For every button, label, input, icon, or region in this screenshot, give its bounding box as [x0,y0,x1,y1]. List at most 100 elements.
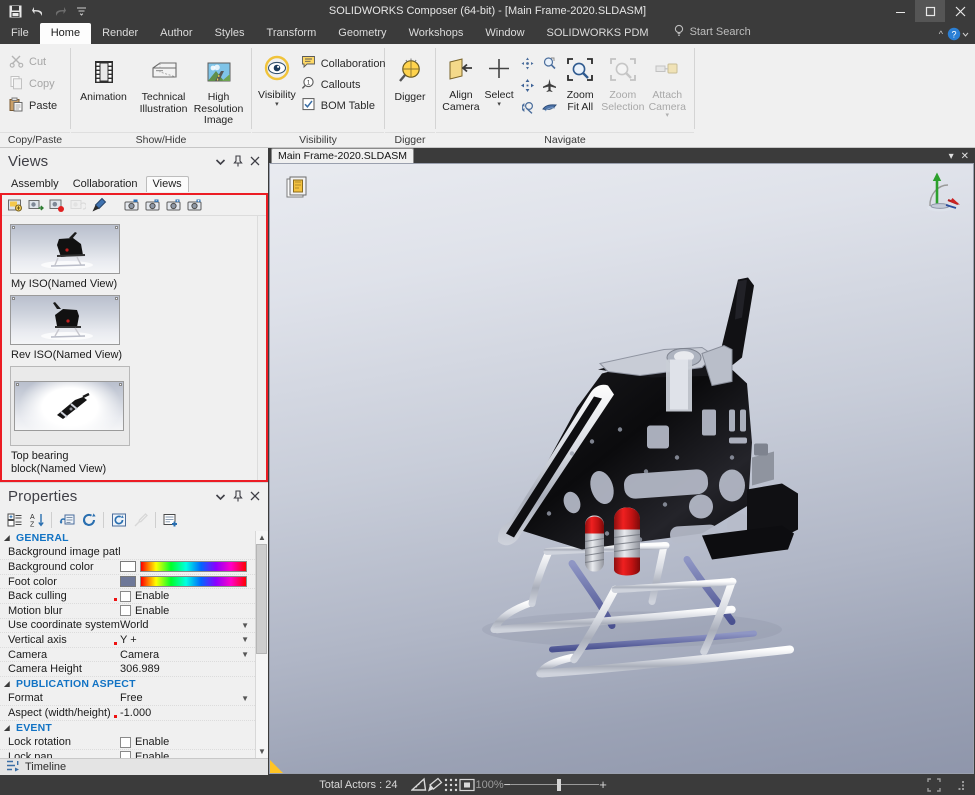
zoom-slider[interactable] [511,779,600,791]
paintbrush-icon[interactable] [89,196,108,215]
chevron-down-icon[interactable]: ▼ [241,694,253,703]
chevron-down-icon[interactable]: ▼ [241,650,253,659]
visibility-button[interactable]: Visibility ▾ [257,50,297,110]
property-row-motion-blur[interactable]: Motion blur Enable [0,604,255,619]
document-tab[interactable]: Main Frame-2020.SLDASM [271,148,414,163]
view-mode-3-icon[interactable] [164,196,183,215]
paste-button[interactable]: Paste [5,95,63,117]
sort-alphabetical-icon[interactable]: AZ [26,510,47,530]
lock-pan-checkbox[interactable] [120,751,131,758]
views-panel-close-icon[interactable] [250,156,260,166]
grid-icon[interactable] [443,777,459,793]
customize-qat-icon[interactable] [74,4,89,19]
zoom-out-button[interactable]: − [504,778,512,791]
search-box[interactable]: Start Search [674,24,751,44]
background-color-gradient[interactable] [140,561,247,573]
maximize-button[interactable] [915,0,945,22]
collapse-arrow-icon[interactable]: ◢ [0,534,14,542]
property-category-event[interactable]: ◢ EVENT [0,721,255,736]
ribbon-tab-solidworks-pdm[interactable]: SOLIDWORKS PDM [536,23,660,44]
property-row-lock-pan[interactable]: Lock pan Enable [0,750,255,758]
properties-panel-close-icon[interactable] [250,491,260,501]
property-row-use-coordinate-system[interactable]: Use coordinate system World ▼ [0,619,255,634]
walk-plane-icon[interactable] [539,97,560,118]
property-row-aspect[interactable]: Aspect (width/height) -1.000 [0,706,255,721]
callouts-button[interactable]: 1 Callouts [297,74,392,95]
update-view-icon[interactable] [26,196,45,215]
views-panel-menu-icon[interactable] [215,157,226,166]
view-item-my-iso[interactable]: My ISO(Named View) [10,224,130,291]
pan-arrows-icon[interactable] [517,75,538,96]
zoom-slider-handle[interactable] [557,779,562,791]
property-row-camera-height[interactable]: Camera Height 306.989 [0,662,255,677]
property-row-format[interactable]: Format Free ▼ [0,692,255,707]
document-close-icon[interactable]: ✕ [961,151,969,162]
foot-color-swatch[interactable] [120,576,136,588]
foot-color-gradient[interactable] [140,576,247,588]
bom-table-button[interactable]: BOM Table [297,95,392,116]
property-row-camera[interactable]: Camera Camera ▼ [0,648,255,663]
animation-button[interactable]: Animation [76,52,131,107]
views-panel-pin-icon[interactable] [233,155,243,167]
property-row-background-color[interactable]: Background color [0,560,255,575]
search-input[interactable]: Start Search [690,26,751,38]
ribbon-tab-window[interactable]: Window [474,23,535,44]
background-color-swatch[interactable] [120,561,136,573]
visibility-dropdown-icon[interactable]: ▾ [275,101,279,108]
ribbon-tab-file[interactable]: File [0,23,40,44]
collapse-ribbon-icon[interactable]: ^ [939,29,943,39]
helicopter-frame-model[interactable] [402,257,842,680]
view-mode-2-icon[interactable] [143,196,162,215]
document-menu-icon[interactable]: ▾ [949,151,954,162]
property-row-vertical-axis[interactable]: Vertical axis Y + ▼ [0,633,255,648]
rotate-3d-icon[interactable] [517,53,538,74]
rotate-point-icon[interactable] [517,97,538,118]
properties-panel-menu-icon[interactable] [215,492,226,501]
help-button[interactable]: ? [947,27,969,41]
collaboration-button[interactable]: Collaboration [297,53,392,74]
close-button[interactable] [945,0,975,22]
zoom-in-button[interactable]: + [599,778,607,791]
digger-button[interactable]: Digger [390,52,430,107]
reset-properties-icon[interactable] [108,510,129,530]
view-item-rev-iso[interactable]: Rev ISO(Named View) [10,295,130,362]
ribbon-tab-geometry[interactable]: Geometry [327,23,397,44]
full-screen-icon[interactable] [926,777,942,793]
collapse-arrow-icon[interactable]: ◢ [0,680,14,688]
panel-tab-collaboration[interactable]: Collaboration [67,177,144,192]
ribbon-tab-home[interactable]: Home [39,23,92,44]
select-button[interactable]: Select ▾ [481,50,517,110]
undo-icon[interactable] [30,4,45,19]
paint-icon[interactable] [427,777,443,793]
properties-scrollbar[interactable]: ▲ ▼ [255,531,268,758]
ribbon-tab-transform[interactable]: Transform [256,23,328,44]
property-row-foot-color[interactable]: Foot color [0,575,255,590]
timeline-bar[interactable]: Timeline [0,758,268,775]
measure-icon[interactable] [411,777,427,793]
technical-illustration-button[interactable]: Technical Illustration [136,52,191,118]
minimize-button[interactable] [885,0,915,22]
view-thumbnail[interactable] [14,381,124,431]
align-camera-button[interactable]: Align Camera [441,50,481,116]
airplane-icon[interactable] [539,75,560,96]
scroll-up-icon[interactable]: ▲ [256,531,269,544]
back-culling-checkbox[interactable] [120,590,131,602]
view-item-top-bearing-block[interactable]: Top bearing block(Named View) [10,366,130,476]
views-scrollbar[interactable] [257,216,266,480]
refresh-properties-icon[interactable] [78,510,99,530]
ribbon-tab-render[interactable]: Render [91,23,149,44]
collapse-arrow-icon[interactable]: ◢ [0,724,14,732]
sheet-stack-icon[interactable] [286,176,311,204]
property-category-general[interactable]: ◢ GENERAL [0,531,255,546]
chevron-down-icon[interactable]: ▼ [241,621,253,630]
apply-properties-icon[interactable] [56,510,77,530]
panel-tab-views[interactable]: Views [145,176,189,192]
digger-corner-marker-icon[interactable] [270,760,283,773]
view-mode-4-icon[interactable] [185,196,204,215]
panel-tab-assembly[interactable]: Assembly [5,177,65,192]
fit-view-icon[interactable] [459,777,476,793]
save-icon[interactable] [8,4,23,19]
property-category-publication-aspect[interactable]: ◢ PUBLICATION ASPECT [0,677,255,692]
ribbon-tab-styles[interactable]: Styles [204,23,256,44]
view-thumbnail[interactable] [10,224,120,274]
